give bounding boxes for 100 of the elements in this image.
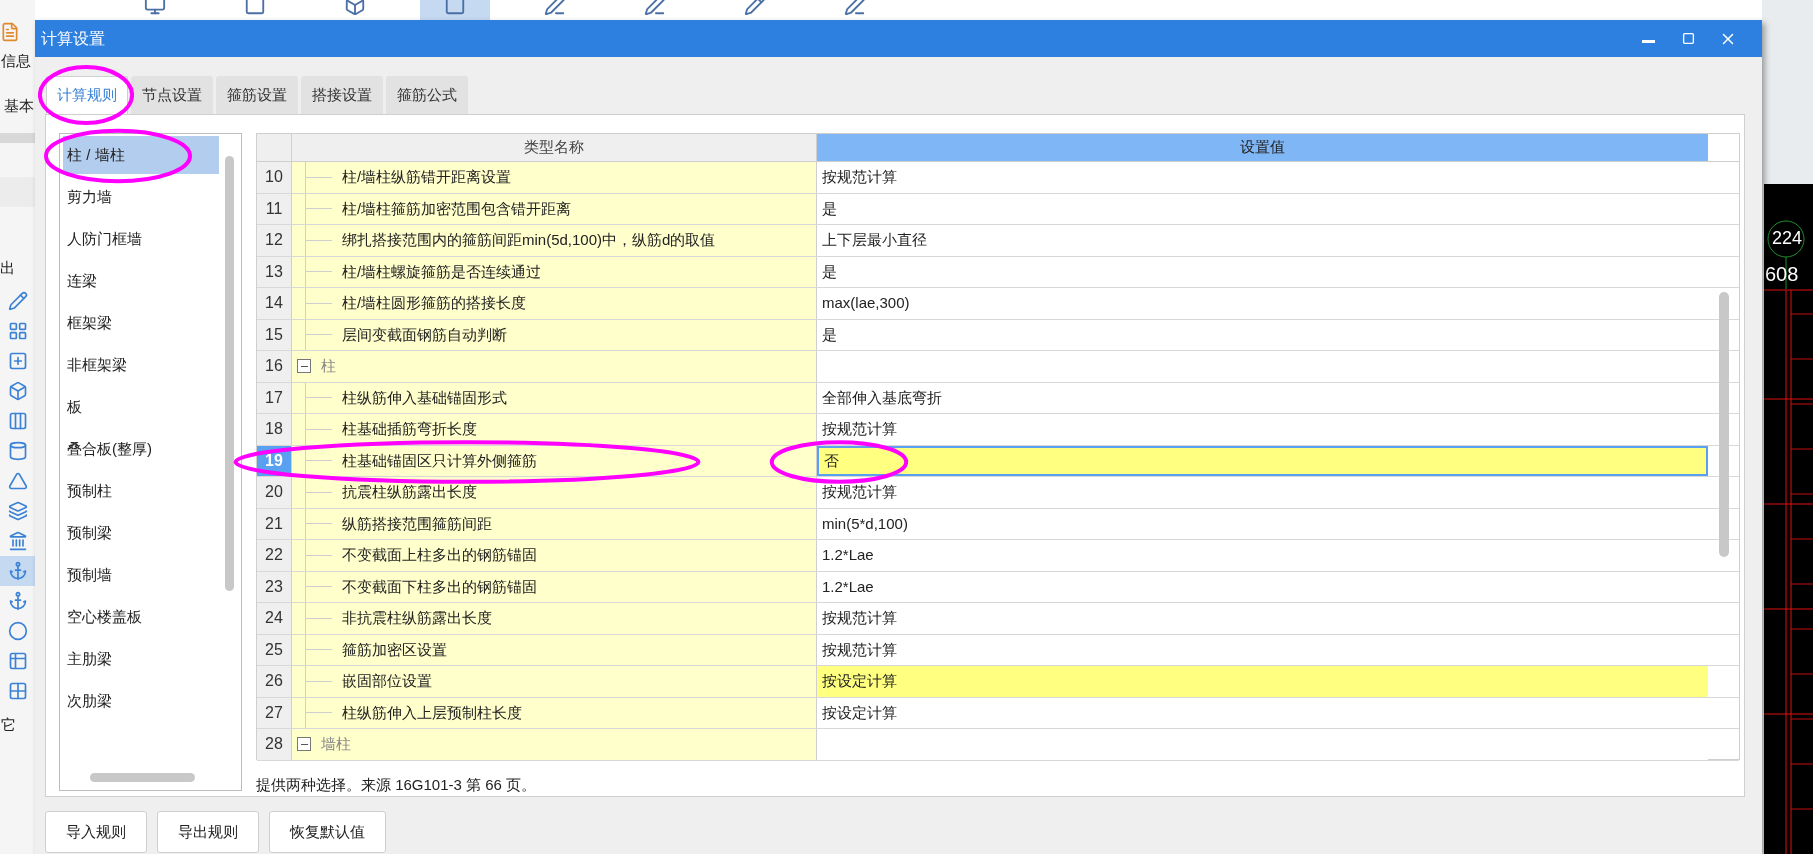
square-plus-icon: [7, 350, 28, 371]
pen-icon: [844, 0, 866, 16]
setting-name: 柱纵筋伸入基础锚固形式: [342, 387, 507, 408]
setting-name: 嵌固部位设置: [342, 671, 432, 691]
side-label: 它: [1, 714, 16, 735]
row-number: 10: [257, 162, 292, 193]
setting-name: 层间变截面钢筋自动判断: [342, 324, 507, 345]
maximize-icon: [1681, 32, 1695, 45]
pen-icon: [644, 0, 666, 16]
row-number: 14: [257, 288, 292, 319]
anchor-icon: [7, 590, 28, 611]
action-button[interactable]: 恢复默认值: [269, 811, 386, 853]
description-text: 提供两种选择。来源 16G101-3 第 66 页。: [256, 775, 538, 795]
anchor-icon: [7, 560, 28, 581]
collapse-icon[interactable]: [297, 737, 311, 752]
side-label: 信息: [1, 51, 31, 71]
pen-icon: [544, 0, 566, 16]
tab[interactable]: 计算规则: [46, 76, 128, 114]
tab[interactable]: 搭接设置: [301, 76, 383, 114]
row-number: 15: [257, 319, 292, 350]
column-header: 类型名称: [292, 134, 817, 161]
row-number: 17: [257, 382, 292, 413]
cube-icon: [344, 0, 366, 16]
setting-value[interactable]: 否: [817, 445, 1708, 476]
category-item[interactable]: 叠合板(整厚): [63, 430, 219, 468]
setting-name: 柱基础插筋弯折长度: [342, 419, 477, 439]
row-number: 26: [257, 666, 292, 697]
category-item[interactable]: 柱 / 墙柱: [63, 136, 219, 174]
category-item[interactable]: 板: [63, 388, 219, 426]
scrollbar[interactable]: [90, 773, 195, 782]
setting-name: 柱/墙柱螺旋箍筋是否连续通过: [342, 261, 542, 282]
category-item[interactable]: 空心楼盖板: [63, 598, 219, 636]
row-number: 12: [257, 225, 292, 256]
row-number: 20: [257, 477, 292, 508]
side-label: 基本: [4, 95, 34, 116]
group-name: 柱: [321, 356, 336, 376]
row-number: 22: [257, 540, 292, 571]
row-number: 18: [257, 414, 292, 445]
row-number: 28: [257, 729, 292, 760]
category-item[interactable]: 预制墙: [63, 556, 219, 594]
table-icon: [7, 650, 28, 671]
triangle-icon: [7, 470, 28, 491]
setting-name: 柱/墙柱纵筋错开距离设置: [342, 167, 512, 187]
setting-name: 柱/墙柱箍筋加密范围包含错开距离: [342, 198, 572, 219]
scrollbar[interactable]: [225, 156, 234, 591]
category-item[interactable]: 预制梁: [63, 514, 219, 552]
row-number: 23: [257, 571, 292, 602]
monitor-icon: [144, 0, 166, 16]
setting-name: 不变截面上柱多出的钢筋锚固: [342, 545, 537, 565]
setting-name: 柱基础锚固区只计算外侧箍筋: [342, 450, 537, 471]
setting-name: 纵筋搭接范围箍筋间距: [342, 513, 492, 534]
setting-name: 抗震柱纵筋露出长度: [342, 482, 477, 502]
setting-name: 绑扎搭接范围内的箍筋间距min(5d,100)中，纵筋d的取值: [342, 230, 716, 250]
setting-name: 非抗震柱纵筋露出长度: [342, 608, 492, 628]
category-item[interactable]: 人防门框墙: [63, 220, 219, 258]
setting-value[interactable]: 按设定计算: [817, 666, 1708, 697]
group-name: 墙柱: [321, 734, 351, 754]
tool-button[interactable]: [0, 555, 35, 586]
category-item[interactable]: 剪力墙: [63, 178, 219, 216]
setting-name: 不变截面下柱多出的钢筋锚固: [342, 576, 537, 597]
row-number: 24: [257, 603, 292, 634]
setting-name: 箍筋加密区设置: [342, 639, 447, 660]
setting-name: 柱纵筋伸入上层预制柱长度: [342, 702, 522, 723]
cad-label: 608: [1765, 264, 1799, 284]
pencil-icon: [744, 0, 766, 16]
row-number: 16: [257, 351, 292, 382]
row-number: 21: [257, 508, 292, 539]
setting-name: 柱/墙柱圆形箍筋的搭接长度: [342, 293, 527, 313]
column-header: 设置值: [817, 134, 1708, 161]
scrollbar[interactable]: [1719, 292, 1729, 557]
layers-icon: [7, 500, 28, 521]
row-number: 27: [257, 697, 292, 728]
toolbar-button[interactable]: [420, 0, 490, 20]
category-item[interactable]: 框架梁: [63, 304, 219, 342]
category-item[interactable]: 预制柱: [63, 472, 219, 510]
pencil-icon: [7, 290, 28, 311]
row-number: 11: [257, 193, 292, 224]
tab[interactable]: 箍筋设置: [216, 76, 298, 114]
row-number: 25: [257, 634, 292, 665]
row-number: 13: [257, 256, 292, 287]
document-icon: [0, 20, 20, 44]
tab[interactable]: 节点设置: [131, 76, 213, 114]
grid-icon: [7, 680, 28, 701]
cube-icon: [7, 380, 28, 401]
circle-icon: [7, 620, 28, 641]
category-item[interactable]: 次肋梁: [63, 682, 219, 720]
collapse-icon[interactable]: [297, 359, 311, 374]
window-title: 计算设置: [41, 28, 106, 49]
cad-label: 224: [1772, 229, 1803, 247]
tab[interactable]: 箍筋公式: [386, 76, 468, 114]
action-button[interactable]: 导入规则: [45, 811, 147, 853]
columns-icon: [7, 410, 28, 431]
building-icon: [7, 530, 28, 551]
action-button[interactable]: 导出规则: [157, 811, 259, 853]
panel-band: [0, 133, 35, 143]
category-item[interactable]: 主肋梁: [63, 640, 219, 678]
category-item[interactable]: 非框架梁: [63, 346, 219, 384]
category-item[interactable]: 连梁: [63, 262, 219, 300]
grid-icon: [7, 320, 28, 341]
minimize-icon: [1641, 40, 1655, 43]
